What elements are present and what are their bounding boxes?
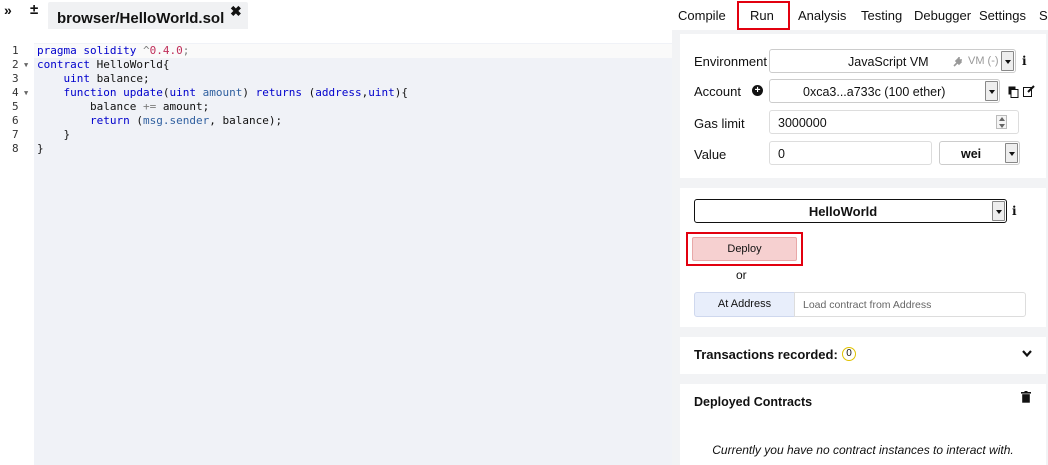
gutter-line: 8 bbox=[12, 142, 19, 155]
chevron-down-icon[interactable] bbox=[1001, 51, 1014, 71]
code-line: pragma solidity ^0.4.0; bbox=[37, 44, 190, 57]
at-address-button[interactable]: At Address bbox=[694, 292, 795, 317]
double-chevron-right-icon[interactable]: » bbox=[4, 2, 12, 18]
code-line: return (msg.sender, balance); bbox=[89, 114, 283, 127]
gas-limit-stepper[interactable] bbox=[996, 115, 1007, 129]
environment-suffix: VM (-) bbox=[968, 55, 999, 67]
transactions-card[interactable]: Transactions recorded: 0 bbox=[680, 337, 1046, 374]
transactions-title: Transactions recorded: bbox=[694, 347, 838, 362]
value-input[interactable]: 0 bbox=[769, 141, 932, 165]
gutter-line: 3 bbox=[12, 72, 19, 85]
run-settings-card: Environment JavaScript VM VM (-) i Accou… bbox=[680, 34, 1046, 178]
tab-analysis[interactable]: Analysis bbox=[798, 8, 846, 23]
code-line: } bbox=[37, 128, 71, 141]
tab-settings[interactable]: Settings bbox=[979, 8, 1026, 23]
copy-icon[interactable] bbox=[1008, 86, 1019, 98]
chevron-down-icon[interactable] bbox=[985, 81, 998, 101]
gutter-line: 7 bbox=[12, 128, 19, 141]
contract-selected: HelloWorld bbox=[808, 204, 878, 219]
code-line: } bbox=[37, 142, 44, 155]
environment-label: Environment bbox=[694, 54, 767, 69]
edit-icon[interactable] bbox=[1023, 85, 1035, 97]
code-line: contract HelloWorld{ bbox=[37, 58, 170, 71]
deployed-contracts-card: Deployed Contracts Currently you have no… bbox=[680, 384, 1046, 465]
gas-limit-label: Gas limit bbox=[694, 116, 745, 131]
no-instances-message: Currently you have no contract instances… bbox=[712, 443, 1014, 457]
gas-limit-value: 3000000 bbox=[778, 116, 827, 130]
trash-icon[interactable] bbox=[1021, 391, 1031, 403]
gutter-line: 5 bbox=[12, 100, 19, 113]
account-select[interactable]: 0xca3...a733c (100 ether) bbox=[769, 79, 1000, 103]
tab-support[interactable]: S bbox=[1039, 8, 1048, 23]
contract-select[interactable]: HelloWorld bbox=[694, 199, 1007, 223]
at-address-input[interactable]: Load contract from Address bbox=[794, 292, 1026, 317]
deploy-highlight: Deploy bbox=[686, 232, 803, 266]
run-tab-highlight bbox=[737, 1, 790, 30]
plus-icon[interactable]: ± bbox=[30, 1, 38, 18]
side-panel: Compile Run Analysis Testing Debugger Se… bbox=[672, 0, 1048, 465]
value-unit-select[interactable]: wei bbox=[939, 141, 1020, 165]
remix-ide-window: » ± browser/HelloWorld.sol ✖ 1 2 ▼ 3 4 ▼ 5… bbox=[0, 0, 1048, 465]
editor-pane: » ± browser/HelloWorld.sol ✖ 1 2 ▼ 3 4 ▼ 5… bbox=[0, 0, 672, 465]
code-line: uint balance; bbox=[63, 72, 150, 85]
info-icon[interactable]: i bbox=[1012, 204, 1017, 218]
value-label: Value bbox=[694, 147, 727, 162]
info-icon[interactable]: i bbox=[1022, 54, 1027, 68]
deploy-button[interactable]: Deploy bbox=[692, 237, 797, 261]
value-amount: 0 bbox=[778, 147, 785, 161]
account-label: Account bbox=[694, 84, 741, 99]
plus-circle-icon[interactable]: + bbox=[752, 85, 763, 96]
value-unit: wei bbox=[961, 147, 982, 161]
code-line: function update(uint amount) returns (ad… bbox=[63, 86, 408, 99]
chevron-down-icon[interactable] bbox=[992, 201, 1005, 221]
editor-tabbar: » ± browser/HelloWorld.sol ✖ bbox=[0, 0, 672, 29]
transactions-count-badge: 0 bbox=[842, 347, 856, 361]
or-separator: or bbox=[736, 268, 747, 282]
tab-compile[interactable]: Compile bbox=[678, 8, 726, 23]
tab-debugger[interactable]: Debugger bbox=[914, 8, 971, 23]
gutter-line: 1 bbox=[12, 44, 19, 57]
panel-menubar: Compile Run Analysis Testing Debugger Se… bbox=[672, 0, 1048, 30]
contract-deploy-card: HelloWorld i Deploy or At Address Load c… bbox=[680, 188, 1046, 327]
code-editor[interactable]: 1 2 ▼ 3 4 ▼ 5 6 7 8 pragma solidity ^0.4.0… bbox=[0, 43, 672, 465]
gutter-line: 4 ▼ bbox=[12, 86, 29, 100]
code-line: balance += amount; bbox=[37, 100, 210, 113]
fold-arrow-icon[interactable]: ▼ bbox=[24, 58, 28, 72]
environment-select[interactable]: JavaScript VM VM (-) bbox=[769, 49, 1016, 73]
chevron-down-icon[interactable] bbox=[1005, 143, 1018, 163]
at-address-placeholder: Load contract from Address bbox=[803, 299, 932, 311]
tab-testing[interactable]: Testing bbox=[861, 8, 902, 23]
close-icon[interactable]: ✖ bbox=[230, 3, 242, 20]
gas-limit-input[interactable]: 3000000 bbox=[769, 110, 1019, 134]
deployed-contracts-title: Deployed Contracts bbox=[694, 395, 813, 409]
chevron-down-icon[interactable] bbox=[1022, 350, 1032, 358]
gutter-line: 2 ▼ bbox=[12, 58, 29, 72]
gutter-line: 6 bbox=[12, 114, 19, 127]
file-tab-label: browser/HelloWorld.sol bbox=[57, 10, 225, 27]
line-number-gutter: 1 2 ▼ 3 4 ▼ 5 6 7 8 bbox=[0, 43, 34, 465]
plug-icon bbox=[953, 57, 963, 67]
fold-arrow-icon[interactable]: ▼ bbox=[24, 86, 28, 100]
account-value: 0xca3...a733c (100 ether) bbox=[803, 85, 946, 99]
environment-value: JavaScript VM bbox=[848, 55, 929, 69]
file-tab[interactable]: browser/HelloWorld.sol ✖ bbox=[48, 2, 248, 29]
